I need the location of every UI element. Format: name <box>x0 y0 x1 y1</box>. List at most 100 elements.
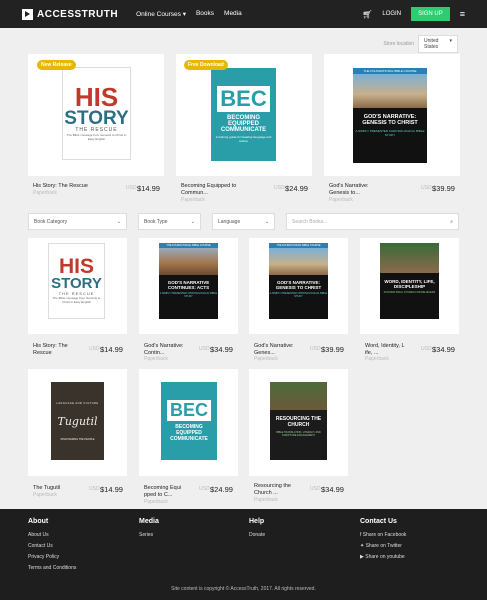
featured-title[interactable]: His Story: The Rescue <box>33 183 113 190</box>
book-price: $14.99 <box>100 485 123 494</box>
book-card[interactable]: WORD, IDENTITY, LIFE, DISCIPLESHIP FOUND… <box>360 238 459 334</box>
book-price: $24.99 <box>210 485 233 494</box>
brand-name: ACCESSTRUTH <box>37 8 119 20</box>
featured-card[interactable]: BEC BECOMING EQUIPPED COMMUNICATE A trai… <box>176 54 312 176</box>
featured-card[interactable]: HIS STORY THE RESCUE The Bible message f… <box>28 54 164 176</box>
copyright: Site content is copyright © AccessTruth,… <box>171 586 316 592</box>
footer-link-facebook[interactable]: f Share on Facebook <box>360 532 406 538</box>
footer-link-twitter[interactable]: ✦ Share on Twitter <box>360 543 406 549</box>
book-card[interactable]: BEC BECOMING EQUIPPED COMMUNICATE <box>139 369 238 476</box>
book-cover-tugutil: LANGUAGE AND CULTURE Tugutil DISCOVERING… <box>51 382 104 460</box>
chevron-down-icon: ⌄ <box>116 219 121 225</box>
book-price: $34.99 <box>210 345 233 354</box>
hamburger-menu-icon[interactable]: ≡ <box>460 9 465 19</box>
store-location-label: Store location <box>383 41 414 47</box>
footer-about: About About Us Contact Us Privacy Policy… <box>28 518 77 571</box>
language-select[interactable]: Language ⌄ <box>212 213 275 230</box>
chevron-down-icon: ⌄ <box>190 219 195 225</box>
featured-price: $24.99 <box>285 184 308 193</box>
search-input[interactable]: Search Books... ⌕ <box>286 213 459 230</box>
book-format: Paperback <box>254 497 278 503</box>
book-title[interactable]: God's Narrative: Genes... <box>254 343 298 356</box>
footer-link-youtube[interactable]: ▶ Share on youtube <box>360 554 406 560</box>
footer-media: Media Series <box>139 518 159 538</box>
book-cover-gods-narrative-genesis: THE FOUNDATIONAL BIBLE COURSE GOD'S NARR… <box>269 243 328 319</box>
currency-label: USD <box>89 486 100 492</box>
book-card[interactable]: RESOURCING THE CHURCH BIBLE TRANSLATION,… <box>249 369 348 476</box>
book-format: Paperback <box>144 356 168 362</box>
book-title[interactable]: His Story: The Rescue <box>33 343 77 356</box>
footer-contact: Contact Us f Share on Facebook ✦ Share o… <box>360 518 407 560</box>
book-format: Paperback <box>144 499 168 505</box>
book-price: $34.99 <box>321 485 344 494</box>
book-card[interactable]: HIS STORY THE RESCUE The Bible message f… <box>28 238 127 334</box>
book-cover-his-story: HIS STORY THE RESCUE The Bible message f… <box>48 243 105 319</box>
book-cover-gods-narrative-genesis[interactable]: THE FOUNDATIONAL BIBLE COURSE GOD'S NARR… <box>353 68 427 163</box>
currency-label: USD <box>199 486 210 492</box>
chevron-down-icon: ▾ <box>449 38 452 44</box>
footer-link[interactable]: Series <box>139 532 159 538</box>
featured-card[interactable]: THE FOUNDATIONAL BIBLE COURSE GOD'S NARR… <box>324 54 460 176</box>
top-nav: ACCESSTRUTH Online Courses ▾ Books Media… <box>0 0 487 28</box>
currency-label: USD <box>421 346 432 352</box>
book-format: Paperback <box>33 492 57 498</box>
currency-label: USD <box>421 185 432 191</box>
chevron-down-icon: ▾ <box>182 11 186 18</box>
cart-icon[interactable]: 🛒︎ <box>362 10 372 19</box>
signup-button[interactable]: SIGN UP <box>411 7 450 21</box>
book-card[interactable]: THE FOUNDATIONAL BIBLE COURSE GOD'S NARR… <box>139 238 238 334</box>
book-title[interactable]: Resourcing the Church ... <box>254 483 298 496</box>
book-format: Paperback <box>365 356 389 362</box>
book-card[interactable]: LANGUAGE AND CULTURE Tugutil DISCOVERING… <box>28 369 127 476</box>
footer-link[interactable]: Contact Us <box>28 543 76 549</box>
store-location: Store location United States ▾ <box>0 35 487 53</box>
chevron-down-icon: ⌄ <box>264 219 269 225</box>
menu-online-courses[interactable]: Online Courses ▾ <box>136 10 186 18</box>
book-card[interactable]: THE FOUNDATIONAL BIBLE COURSE GOD'S NARR… <box>249 238 348 334</box>
filter-bar: Book Category ⌄ Book Type ⌄ Language ⌄ Sear… <box>28 213 459 230</box>
search-icon[interactable]: ⌕ <box>450 219 453 225</box>
currency-label: USD <box>310 346 321 352</box>
main-menu: Online Courses ▾ Books Media <box>136 10 242 18</box>
brand-logo[interactable]: ACCESSTRUTH <box>22 8 119 20</box>
menu-media[interactable]: Media <box>224 10 242 18</box>
book-cover-bec[interactable]: BEC BECOMING EQUIPPED COMMUNICATE A trai… <box>211 68 276 161</box>
featured-price: $39.99 <box>432 184 455 193</box>
footer-link[interactable]: Terms and Conditions <box>28 565 76 571</box>
book-cover-his-story[interactable]: HIS STORY THE RESCUE The Bible message f… <box>62 67 131 160</box>
book-title[interactable]: Becoming Equi pped to C... <box>144 485 188 498</box>
book-price: $39.99 <box>321 345 344 354</box>
book-cover-resourcing-the-church: RESOURCING THE CHURCH BIBLE TRANSLATION,… <box>270 382 327 460</box>
book-price: $34.99 <box>432 345 455 354</box>
book-cover-word-identity: WORD, IDENTITY, LIFE, DISCIPLESHIP FOUND… <box>380 243 439 319</box>
book-price: $14.99 <box>100 345 123 354</box>
footer-help: Help Donate <box>249 518 266 538</box>
featured-price: $14.99 <box>137 184 160 193</box>
book-cover-gods-narrative-acts: THE FOUNDATIONAL BIBLE COURSE GOD'S NARR… <box>159 243 218 319</box>
free-download-badge: Free Download <box>184 60 228 70</box>
menu-books[interactable]: Books <box>196 10 214 18</box>
currency-label: USD <box>310 486 321 492</box>
footer-link[interactable]: Donate <box>249 532 265 538</box>
featured-format: Paperback <box>329 197 353 203</box>
footer-link[interactable]: About Us <box>28 532 76 538</box>
logo-icon <box>22 8 33 20</box>
featured-format: Paperback <box>181 197 205 203</box>
currency-label: USD <box>199 346 210 352</box>
store-location-select[interactable]: United States ▾ <box>418 35 458 53</box>
featured-title[interactable]: God's Narrative: Genesis to... <box>329 183 389 196</box>
login-link[interactable]: LOGIN <box>382 11 401 17</box>
book-cover-bec: BEC BECOMING EQUIPPED COMMUNICATE <box>161 382 217 460</box>
book-format: Paperback <box>254 356 278 362</box>
book-title[interactable]: God's Narrative: Contin... <box>144 343 188 356</box>
currency-label: USD <box>274 185 285 191</box>
currency-label: USD <box>126 185 137 191</box>
featured-title[interactable]: Becoming Equipped to Commun... <box>181 183 243 196</box>
featured-format: Paperback <box>33 190 57 196</box>
book-category-select[interactable]: Book Category ⌄ <box>28 213 127 230</box>
footer-link[interactable]: Privacy Policy <box>28 554 76 560</box>
book-title[interactable]: Word, Identity, L ife, ... <box>365 343 409 356</box>
book-title[interactable]: The Tugutil <box>33 485 77 492</box>
footer: About About Us Contact Us Privacy Policy… <box>0 509 487 600</box>
book-type-select[interactable]: Book Type ⌄ <box>138 213 201 230</box>
